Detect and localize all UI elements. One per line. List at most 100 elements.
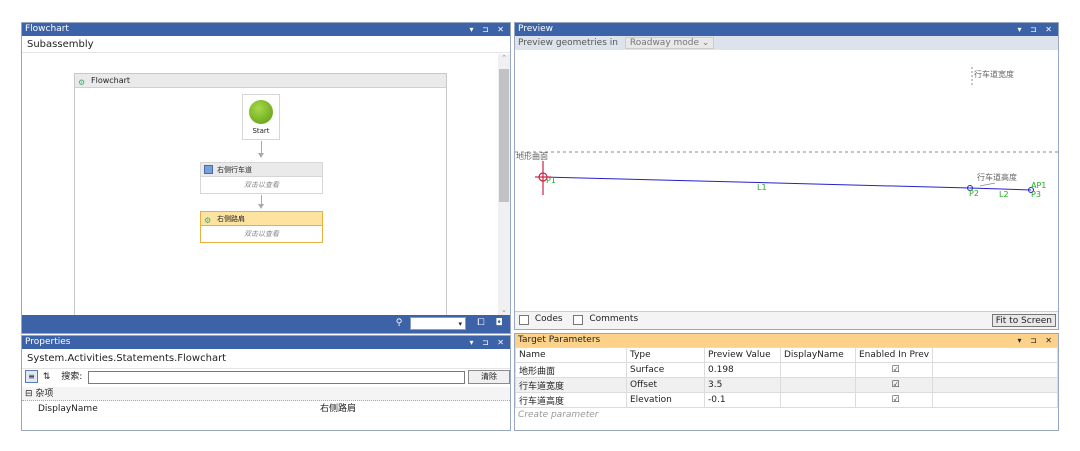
property-row[interactable]: DisplayName 右侧路肩 — [22, 401, 510, 417]
activity-header: ⚙ 右侧路肩 — [201, 212, 322, 226]
overview-icon[interactable]: ◘ — [493, 317, 505, 329]
mode-label: Preview geometries in — [518, 38, 618, 48]
column-header[interactable]: Type — [626, 347, 705, 363]
scroll-thumb[interactable] — [499, 69, 509, 202]
surface-label: 地形曲面 — [516, 151, 548, 161]
activity-right-lane[interactable]: 右侧行车道 双击以查看 — [200, 162, 323, 194]
width-label: 行车道宽度 — [974, 69, 1014, 79]
search-icon[interactable]: ⚲ — [393, 317, 405, 329]
category-label: 杂项 — [35, 389, 54, 399]
codes-checkbox[interactable] — [519, 315, 529, 325]
param-name[interactable]: 行车道宽度 — [515, 377, 627, 393]
property-name: DisplayName — [38, 404, 98, 414]
comments-checkbox[interactable] — [573, 315, 584, 325]
breadcrumb[interactable]: Subassembly — [22, 36, 510, 53]
start-circle-icon — [249, 100, 273, 124]
column-header[interactable]: Enabled In Prev — [855, 347, 933, 363]
label-p2: P2 — [969, 189, 979, 198]
label-l1: L1 — [757, 183, 767, 192]
vertical-scrollbar[interactable]: ⌃ ⌄ — [498, 54, 510, 316]
mode-value: Roadway mode — [629, 38, 700, 48]
param-preview-value[interactable]: 3.5 — [704, 377, 781, 393]
param-type: Surface — [626, 362, 705, 378]
sort-az-icon[interactable]: ⇅ — [43, 372, 51, 382]
window-controls[interactable]: ▾ ⊐ ✕ — [1017, 23, 1055, 36]
fit-icon[interactable]: ⧠ — [475, 317, 487, 329]
preview-pane: Preview ▾ ⊐ ✕ Preview geometries in Road… — [514, 22, 1059, 330]
start-node[interactable]: Start — [242, 94, 280, 140]
elevation-arrow — [979, 182, 996, 187]
flowchart-pane: Flowchart ▾ ⊐ ✕ Subassembly ⌃ ⌄ ⚙ Flowch… — [21, 22, 511, 334]
elevation-label: 行车道高度 — [977, 172, 1017, 182]
start-label: Start — [252, 127, 270, 135]
table-row[interactable]: 行车道高度 Elevation -0.1 ☑ — [515, 392, 1058, 408]
zoom-select[interactable]: ▾ — [410, 317, 466, 330]
column-header[interactable]: Name — [515, 347, 627, 363]
search-input[interactable] — [88, 371, 465, 384]
row-filler — [932, 392, 1058, 408]
preview-title: Preview — [518, 24, 554, 34]
column-filler — [932, 347, 1058, 363]
activity-hint: 双击以查看 — [244, 181, 279, 189]
category-row[interactable]: ⊟ 杂项 — [22, 387, 510, 401]
activity-title: 右侧路肩 — [217, 215, 245, 223]
window-controls[interactable]: ▾ ⊐ ✕ — [469, 336, 507, 349]
flowchart-designer-header: ⚙ Flowchart — [75, 74, 446, 88]
create-parameter-input[interactable]: Create parameter — [515, 408, 1058, 423]
preview-statusbar: Codes Comments Fit to Screen — [515, 311, 1058, 329]
designer-statusbar: ⚲ ▾ ⧠ ◘ — [22, 315, 510, 333]
check-icon: ☑ — [891, 395, 900, 405]
connector-arrow — [258, 141, 264, 158]
collapse-icon[interactable]: ⊟ — [25, 389, 33, 399]
preview-titlebar: Preview ▾ ⊐ ✕ — [515, 23, 1058, 36]
label-ap1: AP1 — [1031, 181, 1046, 190]
scroll-up-icon[interactable]: ⌃ — [498, 54, 510, 64]
table-row[interactable]: 行车道宽度 Offset 3.5 ☑ — [515, 377, 1058, 393]
mode-select[interactable]: Roadway mode ⌄ — [624, 37, 715, 49]
clear-button[interactable]: 清除 — [468, 370, 510, 384]
comments-label: Comments — [589, 314, 639, 324]
param-preview-value[interactable]: -0.1 — [704, 392, 781, 408]
properties-pane: Properties ▾ ⊐ ✕ System.Activities.State… — [21, 335, 511, 431]
param-name[interactable]: 行车道高度 — [515, 392, 627, 408]
subassembly-icon — [204, 165, 213, 174]
flowchart-designer[interactable]: ⚙ Flowchart Start 右侧行车道 双击以查看 ⚙ 右侧路肩 双击以… — [74, 73, 447, 318]
column-header[interactable]: Preview Value — [704, 347, 781, 363]
param-type: Offset — [626, 377, 705, 393]
target-parameters-titlebar: Target Parameters ▾ ⊐ ✕ — [515, 334, 1058, 347]
param-type: Elevation — [626, 392, 705, 408]
activity-right-shoulder[interactable]: ⚙ 右侧路肩 双击以查看 — [200, 211, 323, 243]
param-display-name[interactable] — [780, 392, 856, 408]
enabled-checkbox[interactable]: ☑ — [855, 392, 933, 408]
search-label: 搜索: — [61, 372, 83, 382]
label-l2: L2 — [999, 190, 1009, 199]
enabled-checkbox[interactable]: ☑ — [855, 362, 933, 378]
preview-canvas[interactable]: 地形曲面 行车道宽度 P1 L1 P2 L2 P3 AP1 行车道高度 — [515, 50, 1059, 312]
param-display-name[interactable] — [780, 362, 856, 378]
param-name[interactable]: 地形曲面 — [515, 362, 627, 378]
property-value[interactable]: 右侧路肩 — [320, 401, 356, 417]
activity-hint: 双击以查看 — [244, 230, 279, 238]
flowchart-icon: ⚙ — [204, 216, 212, 225]
flowchart-title: Flowchart — [25, 24, 69, 34]
param-display-name[interactable] — [780, 377, 856, 393]
table-row[interactable]: 地形曲面 Surface 0.198 ☑ — [515, 362, 1058, 378]
properties-title: Properties — [25, 337, 71, 347]
properties-toolbar: ≡ ⇅ 搜索: 清除 — [22, 369, 510, 387]
target-parameters-pane: Target Parameters ▾ ⊐ ✕ Name Type Previe… — [514, 333, 1059, 431]
preview-toolbar: Preview geometries in Roadway mode ⌄ — [515, 36, 1058, 50]
param-preview-value[interactable]: 0.198 — [704, 362, 781, 378]
fit-to-screen-button[interactable]: Fit to Screen — [991, 314, 1056, 327]
target-parameters-table: Name Type Preview Value DisplayName Enab… — [515, 347, 1058, 408]
target-parameters-title: Target Parameters — [518, 335, 601, 345]
activity-header: 右侧行车道 — [201, 163, 322, 177]
categorized-icon[interactable]: ≡ — [25, 370, 38, 383]
row-filler — [932, 377, 1058, 393]
check-icon: ☑ — [891, 380, 900, 390]
window-controls[interactable]: ▾ ⊐ ✕ — [1017, 334, 1055, 347]
enabled-checkbox[interactable]: ☑ — [855, 377, 933, 393]
column-header[interactable]: DisplayName — [780, 347, 856, 363]
window-controls[interactable]: ▾ ⊐ ✕ — [469, 23, 507, 36]
property-object-name: System.Activities.Statements.Flowchart — [22, 349, 510, 369]
label-p3: P3 — [1031, 190, 1041, 199]
